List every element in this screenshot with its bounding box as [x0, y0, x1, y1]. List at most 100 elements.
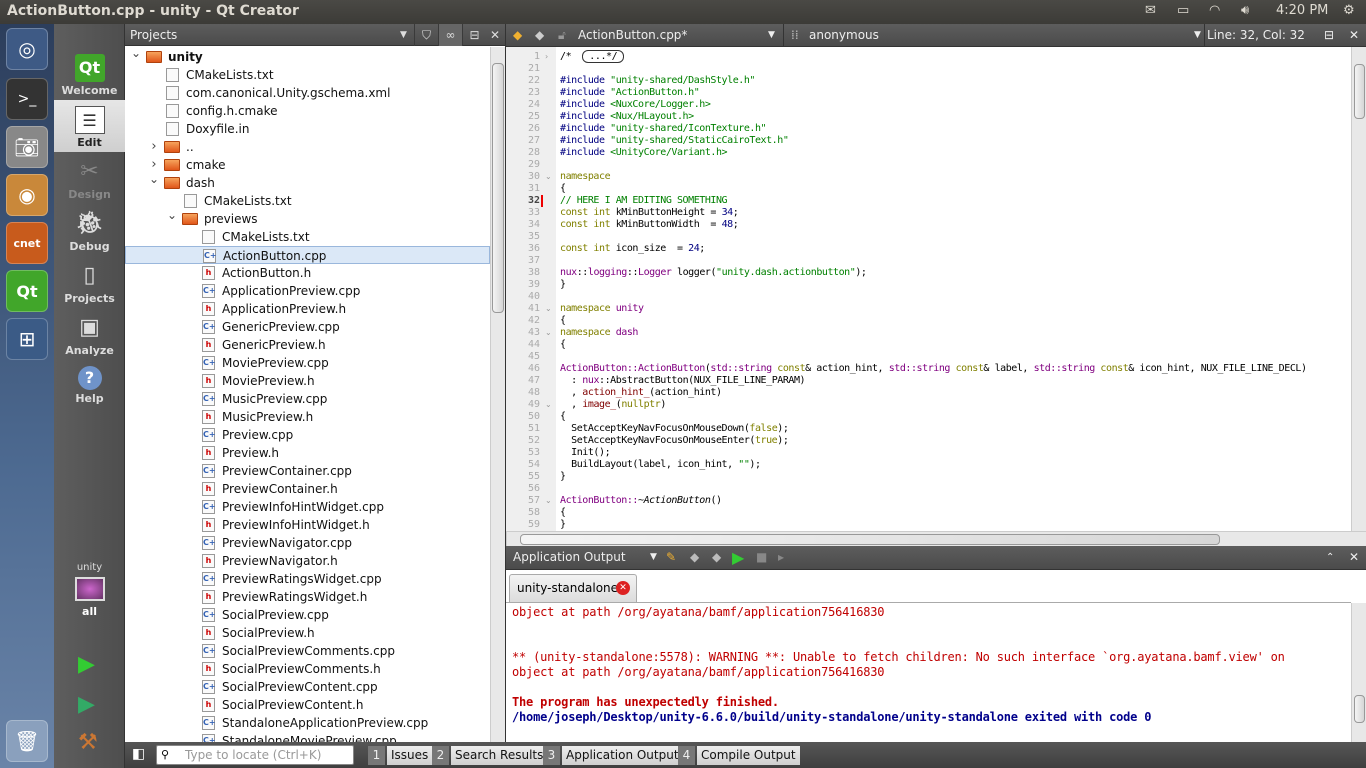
tree-item[interactable]: com.canonical.Unity.gschema.xml [125, 84, 490, 102]
tree-item[interactable]: CMakeLists.txt [125, 66, 490, 84]
stop-icon[interactable]: ■ [756, 546, 767, 569]
tree-item[interactable]: h PreviewRatingsWidget.h [125, 588, 490, 606]
tree-item[interactable]: C+ SocialPreviewContent.cpp [125, 678, 490, 696]
battery-icon[interactable]: ▭ [1177, 3, 1189, 18]
mode-design[interactable]: ✂ Design [54, 152, 125, 204]
close-editor-icon[interactable]: ✕ [1349, 24, 1359, 47]
pane-button-compile-output[interactable]: 4 Compile Output [678, 746, 800, 765]
tree-item[interactable]: CMakeLists.txt [125, 192, 490, 210]
qt-creator-icon[interactable]: Qt [6, 270, 48, 312]
symbol-dropdown-icon[interactable]: ▼ [1194, 24, 1201, 47]
tree-item[interactable]: C+ PreviewInfoHintWidget.cpp [125, 498, 490, 516]
chrome-icon[interactable]: ◉ [6, 174, 48, 216]
code-area[interactable]: /* ...*/ #include "unity-shared/DashStyle… [506, 47, 1351, 531]
scrollbar-thumb[interactable] [492, 63, 504, 313]
code-token[interactable]: ...*/ [582, 50, 625, 63]
file-selector[interactable]: ActionButton.cpp* [578, 24, 687, 47]
tree-item[interactable]: C+ PreviewContainer.cpp [125, 462, 490, 480]
tree-item[interactable]: C+ StandaloneMoviePreview.cpp [125, 732, 490, 742]
tree-item[interactable]: C+ SocialPreviewComments.cpp [125, 642, 490, 660]
tree-item[interactable]: C+ MoviePreview.cpp [125, 354, 490, 372]
tree-item[interactable]: h PreviewNavigator.h [125, 552, 490, 570]
tree-item[interactable]: ⌄ unity [125, 47, 490, 66]
file-dropdown-icon[interactable]: ▼ [768, 24, 775, 47]
tree-item[interactable]: h SocialPreview.h [125, 624, 490, 642]
scrollbar-thumb[interactable] [1354, 64, 1365, 119]
clear-output-icon[interactable]: ✎ [666, 546, 676, 569]
mode-debug[interactable]: 🐞︎ Debug [54, 204, 125, 256]
build-icon[interactable]: ⚒ [78, 730, 98, 755]
debug-run-icon[interactable]: ▶ [78, 692, 95, 717]
cnet-icon[interactable]: cnet [6, 222, 48, 264]
camera-icon[interactable]: 📷︎ [6, 126, 48, 168]
tree-scrollbar[interactable] [490, 47, 505, 742]
prev-icon[interactable]: ◆ [690, 546, 699, 569]
chevron-down-icon[interactable]: ⌄ [166, 206, 178, 224]
close-icon[interactable]: ✕ [483, 24, 507, 46]
chevron-down-icon[interactable]: ⌄ [148, 170, 160, 188]
tree-item[interactable]: h SocialPreviewComments.h [125, 660, 490, 678]
editor-hscrollbar[interactable] [506, 531, 1366, 546]
pane-dropdown-icon[interactable]: ▼ [650, 546, 657, 569]
editor-vscrollbar[interactable] [1351, 47, 1366, 531]
symbol-selector[interactable]: anonymous [809, 24, 879, 47]
terminal-icon[interactable]: >_ [6, 78, 48, 120]
tree-item[interactable]: h MoviePreview.h [125, 372, 490, 390]
mail-icon[interactable]: ✉ [1145, 3, 1156, 18]
tree-item[interactable]: C+ Preview.cpp [125, 426, 490, 444]
trash-icon[interactable]: 🗑︎ [6, 720, 48, 762]
tree-item[interactable]: ⌄ previews [125, 208, 490, 228]
tree-item[interactable]: h Preview.h [125, 444, 490, 462]
output-text[interactable]: object at path /org/ayatana/bamf/applica… [506, 603, 1351, 742]
tree-item[interactable]: Doxyfile.in [125, 120, 490, 138]
forward-icon[interactable]: ◆ [535, 24, 544, 47]
tree-item[interactable]: h PreviewContainer.h [125, 480, 490, 498]
tree-item[interactable]: h SocialPreviewContent.h [125, 696, 490, 714]
mode-analyze[interactable]: ▣ Analyze [54, 308, 125, 360]
back-icon[interactable]: ◆ [513, 24, 522, 47]
attach-debugger-icon[interactable]: ▸ [778, 546, 784, 569]
pane-button-application-output[interactable]: 3 Application Output [543, 746, 683, 765]
ubuntu-dash-icon[interactable]: ◎ [6, 28, 48, 70]
mode-help[interactable]: ? Help [54, 360, 125, 412]
toggle-sidebar-icon[interactable]: ◧ [132, 746, 145, 762]
tree-item[interactable]: ›.. [125, 138, 490, 156]
chevron-down-icon[interactable]: ⌄ [130, 47, 142, 62]
workspace-switcher-icon[interactable]: ⊞ [6, 318, 48, 360]
view-dropdown-icon[interactable]: ▼ [400, 24, 407, 46]
mode-edit[interactable]: ☰ Edit [54, 100, 125, 152]
split-icon[interactable]: ⊟ [1324, 24, 1334, 47]
filter-icon[interactable]: ⛉ [414, 24, 438, 46]
maximize-icon[interactable]: ⌃ [1326, 546, 1334, 569]
close-pane-icon[interactable]: ✕ [1349, 546, 1359, 569]
rerun-icon[interactable]: ▶ [732, 546, 744, 569]
tree-item[interactable]: › cmake [125, 156, 490, 174]
tree-item[interactable]: C+ PreviewNavigator.cpp [125, 534, 490, 552]
cursor-position[interactable]: Line: 32, Col: 32 [1207, 24, 1305, 47]
tree-item[interactable]: C+ ActionButton.cpp [125, 246, 490, 264]
tree-item[interactable]: h PreviewInfoHintWidget.h [125, 516, 490, 534]
tree-item[interactable]: h ActionButton.h [125, 264, 490, 282]
projects-title[interactable]: Projects [130, 28, 177, 42]
pane-button-issues[interactable]: 1 Issues [368, 746, 433, 765]
output-pane-selector[interactable]: Application Output [513, 546, 626, 569]
output-scrollbar[interactable] [1351, 603, 1366, 742]
tree-item[interactable]: h MusicPreview.h [125, 408, 490, 426]
mode-welcome[interactable]: Qt Welcome [54, 48, 125, 100]
locator-input[interactable]: ⚲ Type to locate (Ctrl+K) [156, 745, 354, 765]
chevron-right-icon[interactable]: › [148, 138, 160, 156]
tree-item[interactable]: ⌄ dash [125, 172, 490, 192]
clock[interactable]: 4:20 PM [1276, 3, 1328, 18]
scrollbar-thumb[interactable] [1354, 695, 1365, 723]
tree-item[interactable]: config.h.cmake [125, 102, 490, 120]
tree-item[interactable]: C+ StandaloneApplicationPreview.cpp [125, 714, 490, 732]
volume-icon[interactable]: 🔊︎ [1241, 3, 1249, 18]
run-icon[interactable]: ▶ [78, 652, 95, 677]
output-tab[interactable]: unity-standalone ✕ [509, 574, 637, 602]
tree-item[interactable]: CMakeLists.txt [125, 228, 490, 246]
tree-item[interactable]: C+ GenericPreview.cpp [125, 318, 490, 336]
tree-item[interactable]: h GenericPreview.h [125, 336, 490, 354]
tree-item[interactable]: C+ SocialPreview.cpp [125, 606, 490, 624]
pane-button-search-results[interactable]: 2 Search Results [432, 746, 548, 765]
next-icon[interactable]: ◆ [712, 546, 721, 569]
